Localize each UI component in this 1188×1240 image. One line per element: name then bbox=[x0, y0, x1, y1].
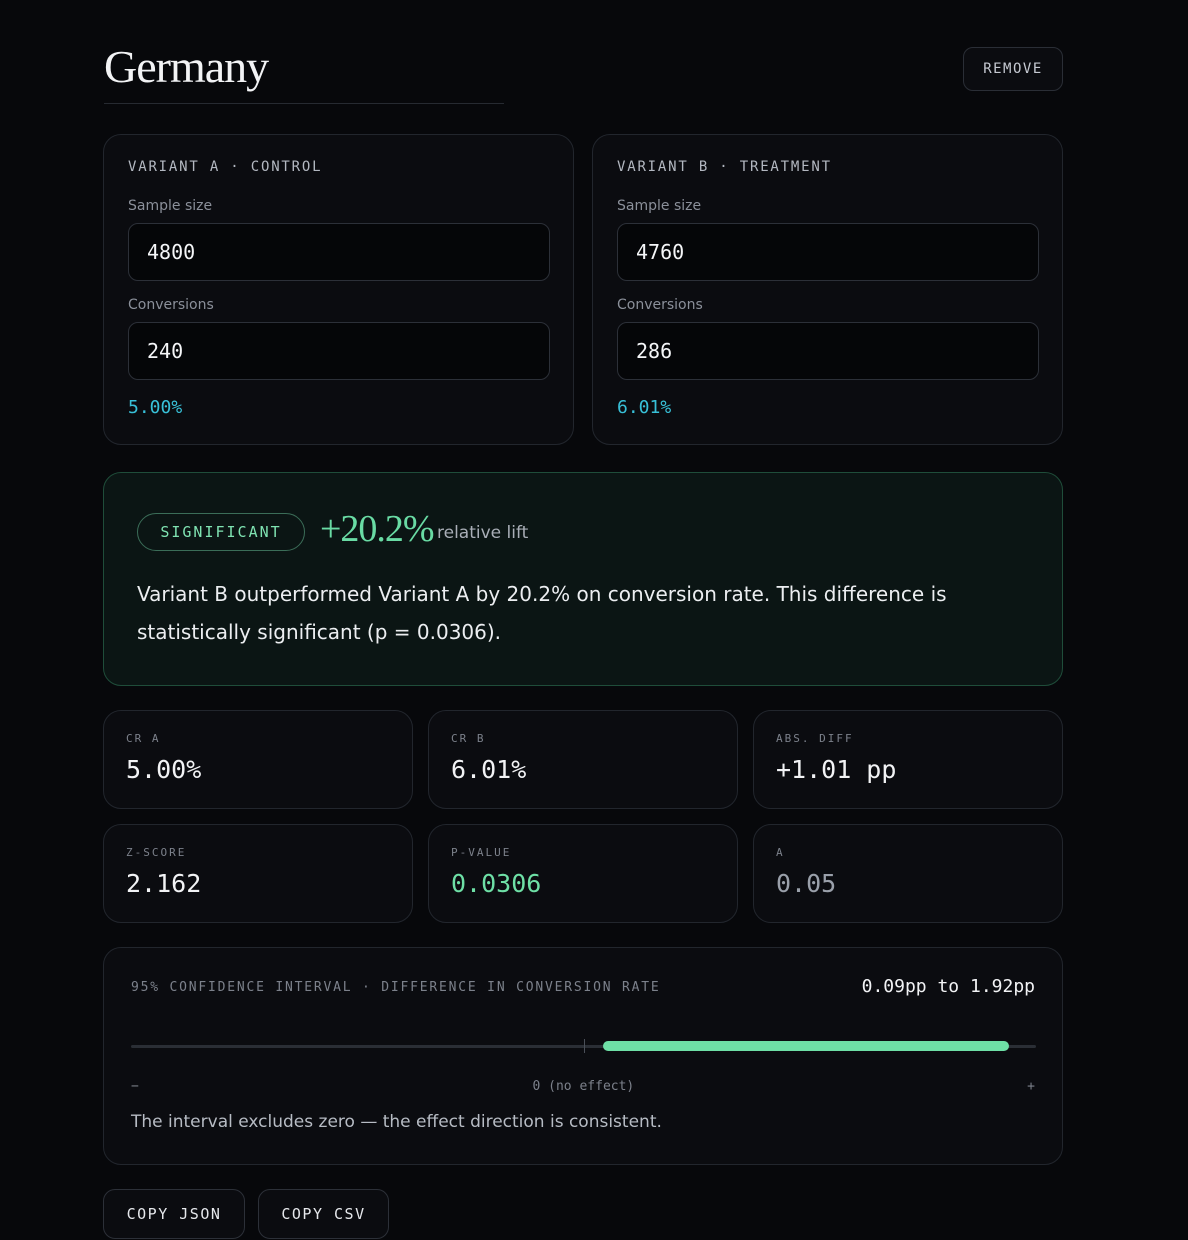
stat-cr-b: CR B 6.01% bbox=[428, 710, 738, 809]
relative-lift-label: relative lift bbox=[437, 523, 529, 543]
variant-a-sample-size-input[interactable]: 4800 bbox=[128, 223, 550, 281]
stat-value: 6.01% bbox=[451, 755, 527, 784]
variant-a-card: VARIANT A · CONTROL Sample size 4800 Con… bbox=[103, 134, 574, 445]
stat-label: Α bbox=[776, 846, 785, 859]
variant-b-rate: 6.01% bbox=[617, 397, 672, 418]
copy-json-button[interactable]: COPY JSON bbox=[103, 1189, 245, 1239]
result-summary: Variant B outperformed Variant A by 20.2… bbox=[137, 582, 947, 644]
copy-csv-button[interactable]: COPY CSV bbox=[258, 1189, 389, 1239]
confidence-interval-note: The interval excludes zero — the effect … bbox=[131, 1112, 662, 1132]
variant-b-conversions-input[interactable]: 286 bbox=[617, 322, 1039, 380]
confidence-interval-bar bbox=[603, 1041, 1010, 1051]
confidence-interval-range: 0.09pp to 1.92pp bbox=[861, 976, 1035, 997]
stat-label: ABS. DIFF bbox=[776, 732, 854, 745]
relative-lift-value: +20.2% bbox=[320, 508, 435, 550]
stat-label: CR B bbox=[451, 732, 486, 745]
significance-badge: SIGNIFICANT bbox=[137, 513, 305, 551]
result-card: SIGNIFICANT +20.2% relative lift Variant… bbox=[103, 472, 1063, 686]
variant-a-conversions-input[interactable]: 240 bbox=[128, 322, 550, 380]
stat-label: CR A bbox=[126, 732, 161, 745]
variant-b-label: VARIANT B · TREATMENT bbox=[617, 159, 832, 175]
stat-label: Z-SCORE bbox=[126, 846, 187, 859]
stat-value: 0.05 bbox=[776, 869, 837, 898]
stat-label: P-VALUE bbox=[451, 846, 512, 859]
page-header: Germany bbox=[104, 40, 504, 104]
stat-alpha: Α 0.05 bbox=[753, 824, 1063, 923]
stat-value: 2.162 bbox=[126, 869, 202, 898]
page-title: Germany bbox=[104, 41, 269, 92]
stat-z-score: Z-SCORE 2.162 bbox=[103, 824, 413, 923]
stat-value: +1.01 pp bbox=[776, 755, 897, 784]
stat-value: 5.00% bbox=[126, 755, 202, 784]
remove-button[interactable]: REMOVE bbox=[963, 47, 1063, 91]
stat-cr-a: CR A 5.00% bbox=[103, 710, 413, 809]
variant-a-rate: 5.00% bbox=[128, 397, 183, 418]
stat-p-value: P-VALUE 0.0306 bbox=[428, 824, 738, 923]
stat-abs-diff: ABS. DIFF +1.01 pp bbox=[753, 710, 1063, 809]
sample-size-label: Sample size bbox=[617, 198, 702, 214]
axis-plus-label: + bbox=[1027, 1079, 1035, 1094]
variant-b-sample-size-input[interactable]: 4760 bbox=[617, 223, 1039, 281]
variant-a-label: VARIANT A · CONTROL bbox=[128, 159, 323, 175]
conversions-label: Conversions bbox=[617, 297, 703, 313]
axis-zero-label: 0 (no effect) bbox=[532, 1079, 635, 1094]
variant-b-card: VARIANT B · TREATMENT Sample size 4760 C… bbox=[592, 134, 1063, 445]
stat-value: 0.0306 bbox=[451, 869, 542, 898]
confidence-interval-track bbox=[131, 1039, 1036, 1053]
axis-minus-label: − bbox=[131, 1079, 139, 1094]
confidence-interval-label: 95% CONFIDENCE INTERVAL · DIFFERENCE IN … bbox=[131, 980, 661, 995]
confidence-interval-card: 95% CONFIDENCE INTERVAL · DIFFERENCE IN … bbox=[103, 947, 1063, 1165]
zero-tick bbox=[583, 1039, 585, 1053]
sample-size-label: Sample size bbox=[128, 198, 213, 214]
conversions-label: Conversions bbox=[128, 297, 214, 313]
